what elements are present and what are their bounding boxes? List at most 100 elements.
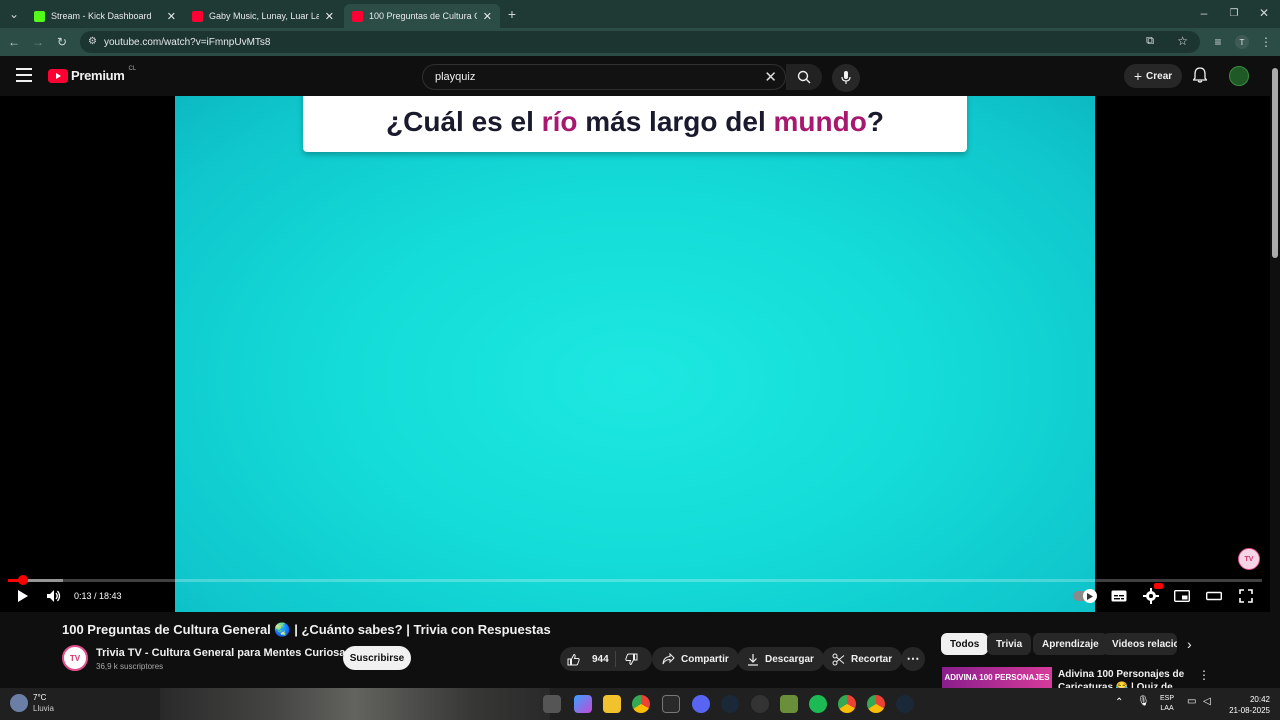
volume-icon (47, 590, 61, 602)
chip-all[interactable]: Todos (941, 633, 989, 655)
reload-icon[interactable]: ↻ (54, 34, 70, 50)
logo-text: Premium (71, 68, 125, 83)
file-explorer-icon[interactable] (603, 695, 621, 713)
bookmark-star-icon[interactable]: ☆ (1177, 34, 1188, 48)
chip-learning[interactable]: Aprendizaje (1033, 633, 1108, 655)
account-avatar[interactable] (1229, 66, 1249, 86)
epic-games-icon[interactable] (662, 695, 680, 713)
channel-avatar[interactable]: TV (62, 645, 88, 671)
close-tab-icon[interactable]: ✕ (167, 10, 176, 23)
autoplay-toggle[interactable] (1072, 586, 1097, 606)
spotify-icon[interactable] (809, 695, 827, 713)
menu-icon[interactable] (16, 68, 32, 82)
search-button[interactable] (786, 64, 822, 90)
download-icon (748, 653, 758, 666)
media-controls-icon[interactable]: ≡ (1210, 34, 1226, 50)
close-tab-icon[interactable]: ✕ (483, 10, 492, 23)
speaker-icon[interactable]: ◁ (1203, 696, 1211, 707)
copilot-icon[interactable] (574, 695, 592, 713)
weather-temperature: 7°C (33, 693, 47, 702)
close-tab-icon[interactable]: ✕ (325, 10, 334, 23)
subtitles-button[interactable] (1110, 586, 1128, 606)
minecraft-icon[interactable] (780, 695, 798, 713)
gear-icon (1143, 588, 1159, 604)
install-app-icon[interactable]: ⧉ (1146, 35, 1154, 48)
chrome-icon[interactable] (632, 695, 650, 713)
steam-icon[interactable] (721, 695, 739, 713)
share-icon (662, 653, 675, 665)
question-text: ¿Cuál es el río más largo del mundo? (386, 106, 884, 137)
browser-tab-active[interactable]: 100 Preguntas de Cultura Gene ✕ (344, 4, 500, 28)
theater-mode-button[interactable] (1205, 586, 1223, 606)
voice-search-button[interactable] (832, 64, 860, 92)
channel-name[interactable]: Trivia TV - Cultura General para Mentes … (96, 647, 352, 659)
profile-avatar[interactable]: T (1235, 35, 1249, 49)
address-bar-row: ← → ↻ ⚙ youtube.com/watch?v=iFmnpUvMTs8 … (0, 28, 1280, 56)
back-icon[interactable]: ← (6, 34, 22, 50)
recommended-thumbnail[interactable]: ADIVINA 100 PERSONAJES (942, 667, 1052, 688)
create-button[interactable]: + Crear (1124, 64, 1182, 88)
new-tab-icon[interactable]: + (504, 6, 520, 22)
fullscreen-icon (1239, 589, 1253, 603)
obs-icon[interactable] (751, 695, 769, 713)
browser-tab-kick[interactable]: Stream - Kick Dashboard ✕ (26, 4, 184, 28)
recommended-title[interactable]: Adivina 100 Personajes de Caricaturas 😂 … (1058, 668, 1188, 688)
restore-icon[interactable]: ❐ (1226, 5, 1242, 21)
share-button[interactable]: Compartir (652, 647, 739, 671)
forward-icon[interactable]: → (30, 34, 46, 50)
clip-button[interactable]: Recortar (822, 647, 903, 671)
more-actions-icon[interactable]: ⋯ (901, 647, 925, 671)
scrollbar-thumb[interactable] (1272, 68, 1278, 258)
weather-icon[interactable] (10, 694, 28, 712)
microphone-icon (841, 71, 851, 84)
fullscreen-button[interactable] (1237, 586, 1255, 606)
video-frame[interactable]: ¿Cuál es el río más largo del mundo? (175, 96, 1095, 612)
language-indicator[interactable]: ESP LAA (1160, 694, 1174, 714)
language-code: ESP (1160, 695, 1175, 702)
autoplay-toggle-track (1073, 589, 1097, 603)
volume-button[interactable] (45, 586, 63, 606)
chrome-profile-icon[interactable] (838, 695, 856, 713)
bell-icon (1192, 67, 1208, 83)
page-scrollbar[interactable] (1270, 56, 1280, 688)
browser-menu-icon[interactable]: ⋮ (1258, 34, 1274, 50)
share-label: Compartir (681, 653, 729, 665)
tab-search-icon[interactable]: ⌄ (6, 6, 22, 22)
chip-related[interactable]: Videos relacio (1103, 633, 1177, 655)
discord-icon[interactable] (692, 695, 710, 713)
site-info-icon[interactable]: ⚙ (88, 36, 97, 47)
dislike-button[interactable] (616, 653, 644, 666)
task-view-icon[interactable] (543, 695, 561, 713)
progress-scrubber[interactable] (17, 575, 28, 585)
download-button[interactable]: Descargar (737, 647, 824, 671)
miniplayer-button[interactable] (1173, 586, 1191, 606)
notifications-button[interactable] (1192, 67, 1208, 88)
clock-date: 21-08-2025 (1229, 706, 1270, 715)
keyboard-layout: LAA (1160, 705, 1174, 712)
taskbar-clock[interactable]: 20:42 21-08-2025 (1226, 694, 1270, 716)
progress-bar[interactable] (8, 575, 1262, 585)
play-button[interactable] (14, 586, 32, 606)
network-icon[interactable]: ▭ (1187, 696, 1196, 707)
channel-watermark[interactable]: TV (1238, 548, 1260, 570)
search-input[interactable]: playquiz ✕ (422, 64, 786, 90)
like-button[interactable]: 944 (560, 651, 616, 667)
tray-mic-icon[interactable]: 🎙 (1137, 696, 1150, 707)
video-player[interactable]: ¿Cuál es el río más largo del mundo? TV … (0, 96, 1270, 612)
steam-window-icon[interactable] (896, 695, 914, 713)
browser-tab-music[interactable]: Gaby Music, Lunay, Luar La L - ✕ (184, 4, 342, 28)
chevron-right-icon[interactable]: › (1187, 636, 1192, 652)
settings-button[interactable] (1142, 583, 1163, 606)
url-field[interactable]: ⚙ youtube.com/watch?v=iFmnpUvMTs8 ⧉ ☆ (80, 31, 1200, 53)
chrome-window-icon[interactable] (867, 695, 885, 713)
recommended-menu-icon[interactable]: ⋮ (1198, 668, 1210, 682)
miniplayer-icon (1174, 590, 1190, 602)
clear-search-icon[interactable]: ✕ (764, 68, 777, 86)
subscribe-button[interactable]: Suscribirse (343, 646, 411, 670)
tray-overflow-icon[interactable]: ⌃ (1115, 697, 1123, 708)
theater-icon (1206, 591, 1222, 601)
chip-trivia[interactable]: Trivia (987, 633, 1032, 655)
youtube-logo[interactable]: Premium CL (48, 66, 136, 83)
minimize-icon[interactable]: – (1196, 5, 1212, 21)
window-close-icon[interactable]: ✕ (1256, 5, 1272, 21)
